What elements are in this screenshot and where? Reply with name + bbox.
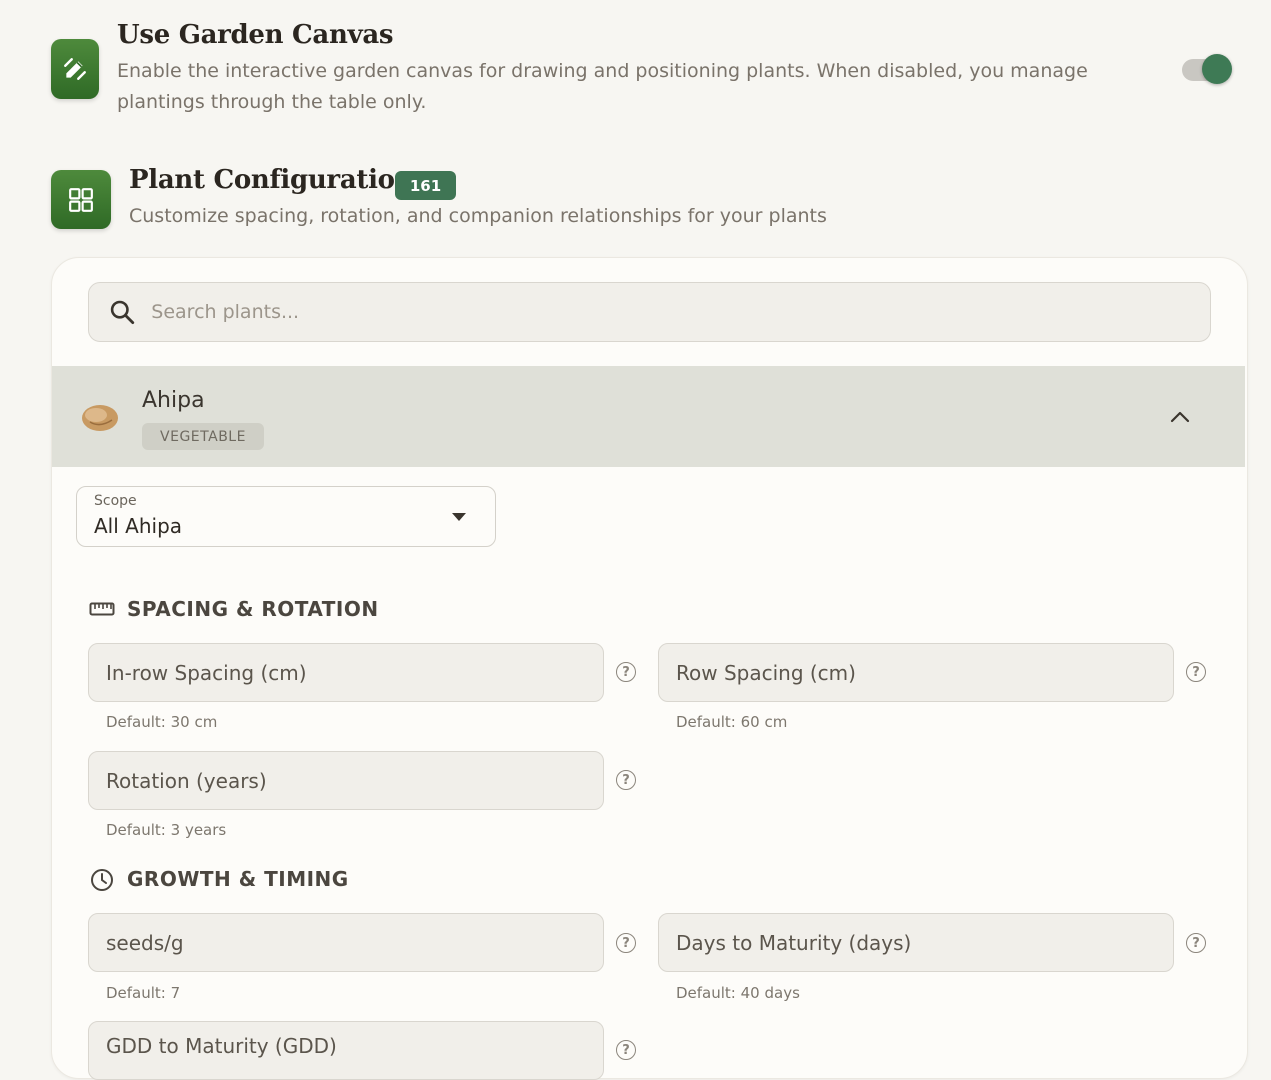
gdd-to-maturity-label: GDD to Maturity (GDD) xyxy=(106,1034,337,1058)
scope-value: All Ahipa xyxy=(94,514,183,538)
rotation-field[interactable]: Rotation (years) xyxy=(88,751,604,810)
canvas-toggle[interactable] xyxy=(1180,54,1234,86)
plant-search[interactable] xyxy=(88,282,1211,342)
clock-icon xyxy=(91,869,113,891)
plant-name: Ahipa xyxy=(142,388,205,413)
scope-label: Scope xyxy=(94,493,137,509)
plant-category-chip: VEGETABLE xyxy=(142,423,264,450)
days-to-maturity-field[interactable]: Days to Maturity (days) xyxy=(658,913,1174,972)
row-spacing-hint: Default: 60 cm xyxy=(676,713,788,731)
chevron-up-icon[interactable] xyxy=(1169,410,1191,424)
plant-config-subtitle: Customize spacing, rotation, and compani… xyxy=(129,205,827,227)
toggle-knob xyxy=(1202,54,1232,84)
plant-count-badge: 161 xyxy=(395,171,456,200)
search-input[interactable] xyxy=(149,300,1210,324)
gdd-to-maturity-field[interactable]: GDD to Maturity (GDD) xyxy=(88,1021,604,1080)
grid-icon xyxy=(69,187,93,212)
canvas-setting-icon xyxy=(51,39,99,99)
row-spacing-label: Row Spacing (cm) xyxy=(676,660,856,685)
plant-config-icon xyxy=(51,170,111,229)
seeds-per-gram-label: seeds/g xyxy=(106,930,184,955)
rotation-hint: Default: 3 years xyxy=(106,821,227,839)
canvas-setting-description: Enable the interactive garden canvas for… xyxy=(117,60,1088,113)
plant-image-icon xyxy=(82,405,118,431)
canvas-setting-title: Use Garden Canvas xyxy=(117,20,394,50)
help-icon[interactable]: ? xyxy=(1186,933,1206,953)
plant-row-ahipa[interactable] xyxy=(52,366,1245,467)
rotation-label: Rotation (years) xyxy=(106,768,267,793)
days-to-maturity-label: Days to Maturity (days) xyxy=(676,930,912,955)
days-to-maturity-hint: Default: 40 days xyxy=(676,984,800,1002)
help-icon[interactable]: ? xyxy=(616,662,636,682)
in-row-spacing-hint: Default: 30 cm xyxy=(106,713,218,731)
growth-section-title: GROWTH & TIMING xyxy=(127,867,349,891)
seeds-per-gram-field[interactable]: seeds/g xyxy=(88,913,604,972)
spacing-section-title: SPACING & ROTATION xyxy=(127,597,379,621)
help-icon[interactable]: ? xyxy=(616,770,636,790)
in-row-spacing-label: In-row Spacing (cm) xyxy=(106,660,307,685)
in-row-spacing-field[interactable]: In-row Spacing (cm) xyxy=(88,643,604,702)
caret-down-icon xyxy=(452,513,466,521)
seeds-per-gram-hint: Default: 7 xyxy=(106,984,181,1002)
help-icon[interactable]: ? xyxy=(616,1040,636,1060)
plant-config-title: Plant Configuration xyxy=(129,165,414,195)
pencil-icon xyxy=(64,58,86,80)
help-icon[interactable]: ? xyxy=(1186,662,1206,682)
row-spacing-field[interactable]: Row Spacing (cm) xyxy=(658,643,1174,702)
ruler-icon xyxy=(89,602,115,616)
help-icon[interactable]: ? xyxy=(616,933,636,953)
search-icon xyxy=(110,300,135,325)
scope-select[interactable]: Scope All Ahipa xyxy=(76,486,496,547)
